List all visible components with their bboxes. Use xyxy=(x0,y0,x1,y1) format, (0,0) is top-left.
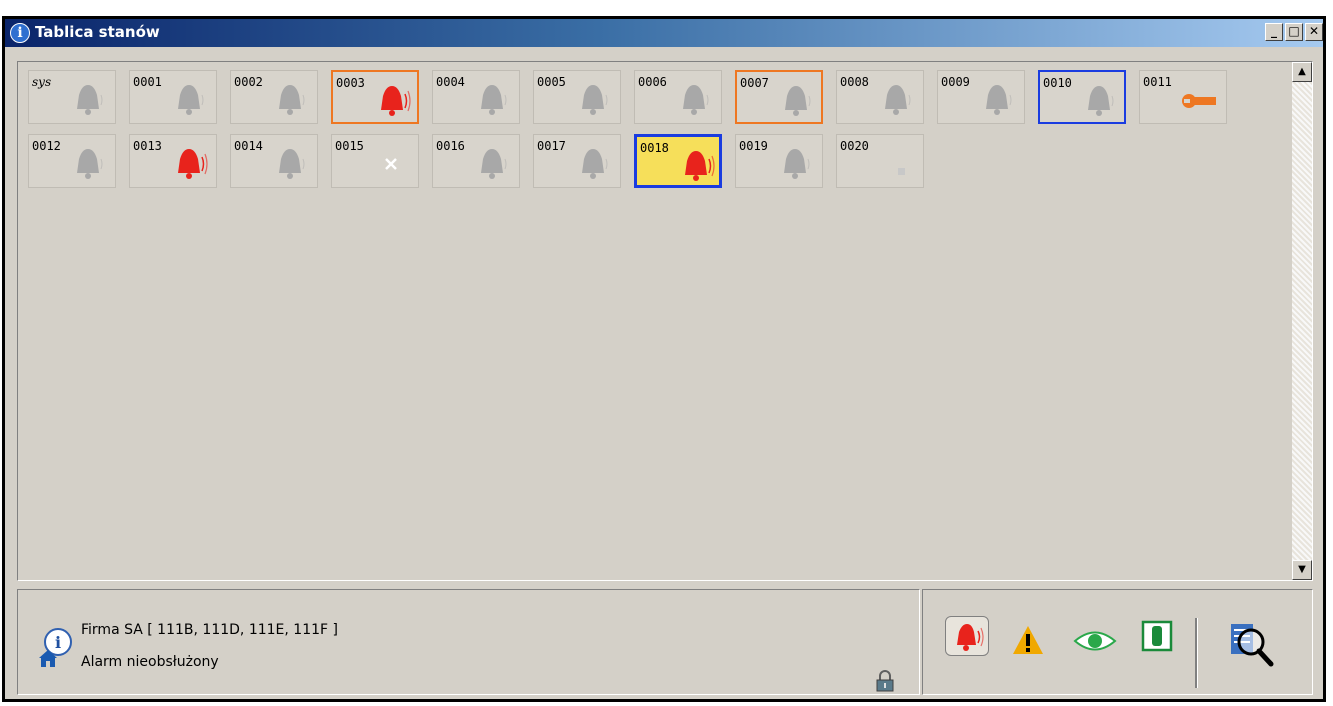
zone-tile[interactable]: 0013 xyxy=(129,134,217,188)
zone-tile[interactable]: 0020 xyxy=(836,134,924,188)
close-button[interactable]: ✕ xyxy=(1305,23,1323,41)
zone-label: 0020 xyxy=(840,139,869,153)
alarm-bell-button-icon xyxy=(957,624,984,651)
zone-label: sys xyxy=(32,75,52,89)
zone-label: 0002 xyxy=(234,75,263,89)
bell-icon xyxy=(784,149,810,179)
bell-icon xyxy=(582,149,608,179)
zone-label: 0005 xyxy=(537,75,566,89)
warning-icon[interactable] xyxy=(1011,624,1045,656)
zone-tile[interactable]: sys xyxy=(28,70,116,124)
bell-icon xyxy=(1088,86,1114,116)
scroll-down-button[interactable]: ▼ xyxy=(1292,560,1312,580)
padlock-icon[interactable] xyxy=(874,670,896,692)
zone-label: 0015 xyxy=(335,139,364,153)
zone-label: 0008 xyxy=(840,75,869,89)
bell-icon xyxy=(77,85,103,115)
zone-label: 0016 xyxy=(436,139,465,153)
zone-label: 0011 xyxy=(1143,75,1172,89)
zone-tile[interactable]: 0010 xyxy=(1038,70,1126,124)
disabled-x-icon xyxy=(385,158,397,170)
toolbar-panel xyxy=(922,589,1313,695)
zone-tile[interactable]: 0002 xyxy=(230,70,318,124)
zone-tile[interactable]: 0007 xyxy=(735,70,823,124)
wrench-icon xyxy=(1182,94,1216,108)
alarm-bell-icon xyxy=(178,149,208,179)
bell-icon xyxy=(178,85,204,115)
alarm-bell-button[interactable] xyxy=(945,616,989,656)
alarm-bell-icon xyxy=(381,86,411,116)
vertical-scrollbar[interactable]: ▲ ▼ xyxy=(1292,62,1312,580)
zone-label: 0006 xyxy=(638,75,667,89)
zone-label: 0010 xyxy=(1043,76,1072,90)
zone-tile[interactable]: 0011 xyxy=(1139,70,1227,124)
zone-label: 0003 xyxy=(336,76,365,90)
zone-tile[interactable]: 0004 xyxy=(432,70,520,124)
zone-tile[interactable]: 0005 xyxy=(533,70,621,124)
bell-icon xyxy=(683,85,709,115)
bell-icon xyxy=(481,85,507,115)
bell-icon xyxy=(279,149,305,179)
bell-icon xyxy=(986,85,1012,115)
bell-icon xyxy=(279,85,305,115)
alarm-bell-icon xyxy=(685,151,715,181)
info-icon: i xyxy=(10,23,30,43)
green-bar-icon[interactable] xyxy=(1141,620,1173,652)
zone-label: 0014 xyxy=(234,139,263,153)
client-name: Firma SA [ 111B, 111D, 111E, 111F ] xyxy=(81,622,338,638)
zone-tile[interactable]: 0003 xyxy=(331,70,419,124)
bell-icon xyxy=(582,85,608,115)
magnifier-list-icon[interactable] xyxy=(1225,620,1277,670)
info-panel: i Firma SA [ 111B, 111D, 111E, 111F ] Al… xyxy=(17,589,920,695)
zone-label: 0017 xyxy=(537,139,566,153)
zone-tile[interactable]: 0009 xyxy=(937,70,1025,124)
bell-icon xyxy=(481,149,507,179)
zone-grid: sys 0001 0002 0003 0004 0005 0006 0007 0008 0009 0… xyxy=(17,61,1313,581)
bell-icon xyxy=(785,86,811,116)
window-title: Tablica stanów xyxy=(35,23,160,41)
zone-label: 0019 xyxy=(739,139,768,153)
minimize-button[interactable]: _ xyxy=(1265,23,1283,41)
zone-tile[interactable]: 0008 xyxy=(836,70,924,124)
zone-tile[interactable]: 0016 xyxy=(432,134,520,188)
zone-tile[interactable]: 0001 xyxy=(129,70,217,124)
title-bar[interactable]: i Tablica stanów _ □ ✕ xyxy=(5,19,1323,47)
status-table-window: i Tablica stanów _ □ ✕ sys 0001 0002 0003 00… xyxy=(2,16,1326,702)
alarm-status: Alarm nieobsłużony xyxy=(81,654,219,670)
bell-icon xyxy=(77,149,103,179)
empty-square-icon xyxy=(898,168,905,175)
zone-label: 0018 xyxy=(640,141,669,155)
zone-tile[interactable]: 0014 xyxy=(230,134,318,188)
zone-label: 0004 xyxy=(436,75,465,89)
scroll-up-button[interactable]: ▲ xyxy=(1292,62,1312,82)
svg-text:i: i xyxy=(55,633,61,652)
zone-label: 0007 xyxy=(740,76,769,90)
toolbar-separator xyxy=(1195,618,1198,688)
zone-label: 0001 xyxy=(133,75,162,89)
info-icon: i xyxy=(39,628,72,667)
zone-label: 0013 xyxy=(133,139,162,153)
zone-label: 0012 xyxy=(32,139,61,153)
maximize-button[interactable]: □ xyxy=(1285,23,1303,41)
zone-tile[interactable]: 0006 xyxy=(634,70,722,124)
zone-tile[interactable]: 0017 xyxy=(533,134,621,188)
zone-tile[interactable]: 0019 xyxy=(735,134,823,188)
zone-label: 0009 xyxy=(941,75,970,89)
bell-icon xyxy=(885,85,911,115)
zone-tile[interactable]: 0018 xyxy=(634,134,722,188)
zone-tile[interactable]: 0015 xyxy=(331,134,419,188)
zone-tile[interactable]: 0012 xyxy=(28,134,116,188)
eye-icon[interactable] xyxy=(1073,628,1117,654)
